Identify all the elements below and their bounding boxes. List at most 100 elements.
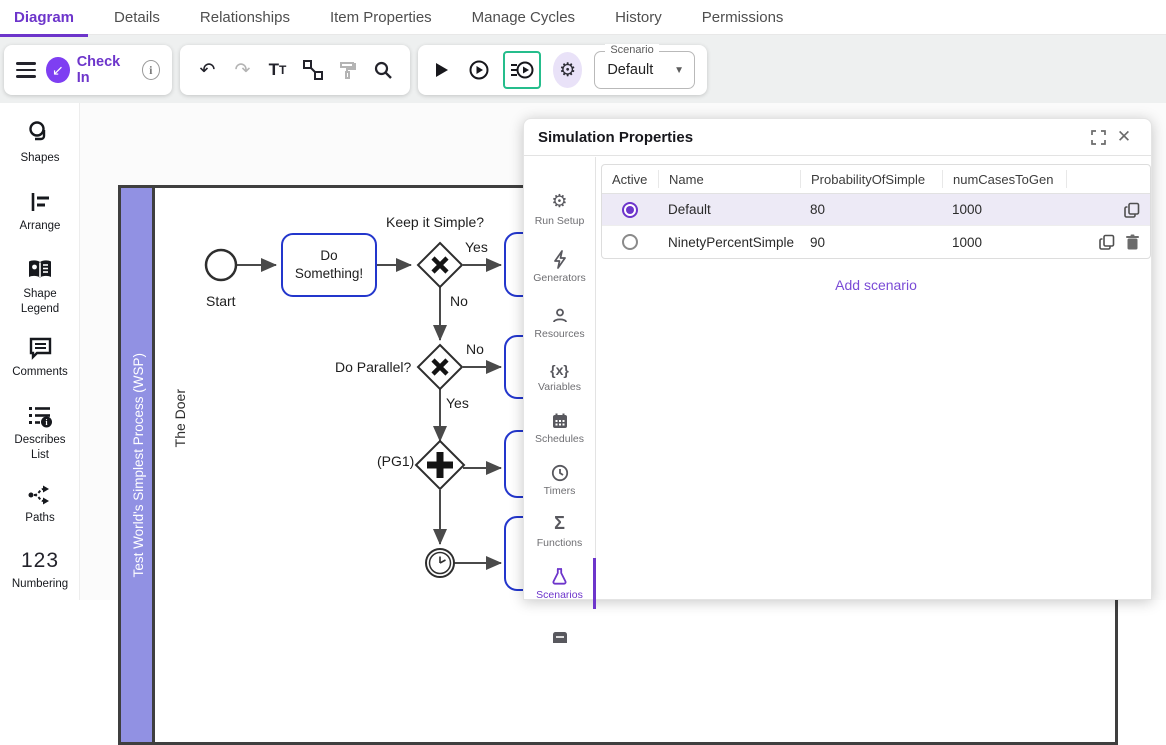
- sidebar-item-arrange[interactable]: Arrange: [0, 185, 80, 234]
- start-event[interactable]: [206, 250, 236, 280]
- check-in-button[interactable]: ↙ Check In: [46, 54, 131, 86]
- menu-item-partial[interactable]: [524, 621, 595, 643]
- menu-item-timers[interactable]: Timers: [524, 460, 595, 497]
- paths-icon: [0, 477, 80, 507]
- tab-label: Manage Cycles: [472, 9, 575, 26]
- col-header-numcases: numCasesToGen: [942, 170, 1066, 188]
- timer-event[interactable]: [426, 549, 454, 577]
- menu-item-schedules[interactable]: Schedules: [524, 408, 595, 445]
- menu-item-generators[interactable]: Generators: [524, 247, 595, 284]
- scenario-numcases[interactable]: 1000: [942, 202, 1066, 217]
- copy-icon[interactable]: [1124, 202, 1140, 218]
- sidebar-item-comments[interactable]: Comments: [0, 331, 80, 380]
- tab-diagram[interactable]: Diagram: [0, 0, 94, 35]
- exclusive-gateway-2[interactable]: [418, 345, 462, 389]
- scenarios-table: Active Name ProbabilityOfSimple numCases…: [601, 164, 1151, 259]
- format-painter-icon[interactable]: [333, 55, 363, 85]
- simulation-runs-highlight: [503, 51, 541, 89]
- parallel-gateway[interactable]: [416, 441, 464, 489]
- dialog-header[interactable]: Simulation Properties ✕: [524, 119, 1151, 156]
- sidebar-item-numbering[interactable]: 123 Numbering: [0, 543, 80, 592]
- sigma-icon: Σ: [524, 512, 595, 534]
- sidebar-item-label: Comments: [0, 365, 80, 380]
- menu-item-label: Functions: [524, 537, 595, 549]
- task-do-something[interactable]: Do Something!: [281, 233, 377, 297]
- toolbar-group-checkin: ↙ Check In i: [4, 45, 172, 95]
- tab-label: History: [615, 9, 662, 26]
- comments-icon: [0, 331, 80, 361]
- menu-item-label: Resources: [524, 328, 595, 340]
- active-radio[interactable]: [622, 202, 638, 218]
- simulation-runs-icon[interactable]: [507, 55, 537, 85]
- menu-item-label: Schedules: [524, 433, 595, 445]
- run-icon[interactable]: [430, 55, 454, 85]
- tab-label: Permissions: [702, 9, 784, 26]
- scenario-select-value: Default: [607, 62, 653, 78]
- delete-icon[interactable]: [1125, 234, 1140, 250]
- redo-icon[interactable]: ↷: [228, 55, 258, 85]
- add-scenario-link[interactable]: Add scenario: [601, 277, 1151, 293]
- run-preview-icon[interactable]: [466, 55, 490, 85]
- col-header-name: Name: [658, 170, 800, 188]
- close-icon[interactable]: ✕: [1111, 124, 1137, 150]
- scenario-select-label: Scenario: [605, 44, 658, 56]
- gateway2-question: Do Parallel?: [335, 359, 411, 375]
- tab-permissions[interactable]: Permissions: [682, 0, 804, 35]
- scenario-select[interactable]: Scenario Default ▼: [594, 51, 695, 89]
- task-label: Do Something!: [287, 247, 371, 282]
- tab-history[interactable]: History: [595, 0, 682, 35]
- calendar-icon: [524, 408, 595, 430]
- menu-item-label: Generators: [524, 272, 595, 284]
- menu-item-functions[interactable]: Σ Functions: [524, 512, 595, 549]
- sidebar-item-shape-legend[interactable]: Shape Legend: [0, 253, 80, 317]
- tab-label: Details: [114, 9, 160, 26]
- tab-item-properties[interactable]: Item Properties: [310, 0, 452, 35]
- menu-item-scenarios[interactable]: Scenarios: [524, 564, 595, 601]
- menu-item-variables[interactable]: {x} Variables: [524, 356, 595, 393]
- col-header-actions: [1066, 170, 1151, 188]
- scenario-numcases[interactable]: 1000: [942, 235, 1066, 250]
- tab-label: Diagram: [14, 9, 74, 26]
- connector-icon[interactable]: [298, 55, 328, 85]
- scenario-probability[interactable]: 90: [800, 235, 942, 250]
- arrange-icon: [0, 185, 80, 215]
- tab-label: Relationships: [200, 9, 290, 26]
- simulation-properties-dialog: Simulation Properties ✕ ⚙ Run Setup Gene…: [523, 118, 1152, 600]
- tab-label: Item Properties: [330, 9, 432, 26]
- tab-details[interactable]: Details: [94, 0, 180, 35]
- tab-manage-cycles[interactable]: Manage Cycles: [452, 0, 595, 35]
- variables-icon: {x}: [524, 356, 595, 378]
- text-format-icon[interactable]: TT: [263, 55, 293, 85]
- info-icon[interactable]: i: [142, 60, 160, 80]
- menu-item-run-setup[interactable]: ⚙ Run Setup: [524, 190, 595, 227]
- sidebar-item-paths[interactable]: Paths: [0, 477, 80, 526]
- sidebar-item-label: Describes List: [9, 433, 71, 463]
- exclusive-gateway-1[interactable]: [418, 243, 462, 287]
- search-icon[interactable]: [368, 55, 398, 85]
- scenario-probability[interactable]: 80: [800, 202, 942, 217]
- sidebar-item-describes-list[interactable]: i Describes List: [0, 399, 80, 463]
- clock-icon: [524, 460, 595, 482]
- copy-icon[interactable]: [1099, 234, 1115, 250]
- table-row[interactable]: NinetyPercentSimple 90 1000: [602, 226, 1150, 258]
- menu-item-resources[interactable]: Resources: [524, 303, 595, 340]
- sidebar-item-label: Arrange: [0, 219, 80, 234]
- scenario-name[interactable]: Default: [658, 202, 800, 217]
- undo-icon[interactable]: ↶: [193, 55, 223, 85]
- simulation-settings-icon[interactable]: ⚙: [553, 52, 582, 88]
- check-in-label: Check In: [77, 54, 132, 86]
- menu-item-label: Scenarios: [524, 589, 595, 601]
- tab-relationships[interactable]: Relationships: [180, 0, 310, 35]
- menu-icon[interactable]: [16, 62, 36, 78]
- lightning-icon: [524, 247, 595, 269]
- left-sidebar: Shapes Arrange Shape Legend Comments i D…: [0, 103, 80, 600]
- gateway1-question: Keep it Simple?: [386, 214, 484, 230]
- expand-icon[interactable]: [1085, 124, 1111, 150]
- dialog-title: Simulation Properties: [538, 129, 1085, 146]
- table-row[interactable]: Default 80 1000: [602, 194, 1150, 226]
- page-tabs: Diagram Details Relationships Item Prope…: [0, 0, 1166, 35]
- col-header-probability: ProbabilityOfSimple: [800, 170, 942, 188]
- scenario-name[interactable]: NinetyPercentSimple: [658, 235, 800, 250]
- active-radio[interactable]: [622, 234, 638, 250]
- sidebar-item-shapes[interactable]: Shapes: [0, 117, 80, 166]
